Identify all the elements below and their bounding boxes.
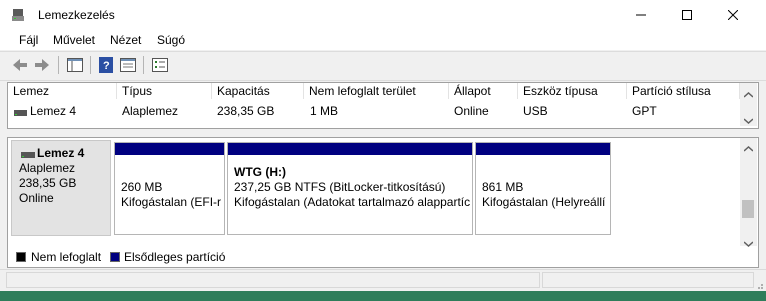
status-segment xyxy=(542,272,754,288)
primary-partition-bar xyxy=(228,143,472,155)
menu-help[interactable]: Súgó xyxy=(157,33,185,47)
column-header-device-type[interactable]: Eszköz típusa xyxy=(518,83,627,99)
disk-size: 238,35 GB xyxy=(19,176,77,190)
partition-size: 861 MB xyxy=(482,180,524,194)
primary-partition-bar xyxy=(115,143,224,155)
minimize-button[interactable] xyxy=(618,0,664,30)
maximize-button[interactable] xyxy=(664,0,710,30)
menu-view[interactable]: Nézet xyxy=(110,33,141,47)
close-button[interactable] xyxy=(710,0,756,30)
partition-name: WTG (H:) xyxy=(234,165,286,179)
status-segment xyxy=(6,272,540,288)
window-title: Lemezkezelés xyxy=(38,8,115,22)
properties-icon[interactable] xyxy=(151,56,169,74)
toolbar-separator xyxy=(143,56,144,74)
disk-icon xyxy=(21,148,35,162)
partition-status: Kifogástalan (EFI-r xyxy=(121,195,222,209)
partition-recovery[interactable]: 861 MB Kifogástalan (Helyreállí xyxy=(475,142,611,235)
column-header-unallocated-space[interactable]: Nem lefoglalt terület xyxy=(304,83,449,99)
table-cell[interactable]: USB xyxy=(523,104,548,118)
primary-partition-bar xyxy=(476,143,610,155)
partition-efi[interactable]: 260 MB Kifogástalan (EFI-r xyxy=(114,142,225,235)
disk-type: Alaplemez xyxy=(19,161,76,175)
desktop-background xyxy=(0,291,766,301)
disk-name: Lemez 4 xyxy=(37,146,85,160)
table-cell[interactable]: 238,35 GB xyxy=(217,104,274,118)
partition-wtg[interactable]: WTG (H:) 237,25 GB NTFS (BitLocker-titko… xyxy=(227,142,473,235)
partition-status: Kifogástalan (Helyreállí xyxy=(482,195,606,209)
column-header-capacity[interactable]: Kapacitás xyxy=(212,83,304,99)
table-cell[interactable]: Alaplemez xyxy=(122,104,178,118)
legend-unallocated-label: Nem lefoglalt xyxy=(31,250,102,264)
back-arrow-icon[interactable] xyxy=(11,56,29,74)
menu-action[interactable]: Művelet xyxy=(53,33,95,47)
column-header-partition-style[interactable]: Partíció stílusa xyxy=(627,83,740,99)
disk-management-icon xyxy=(10,7,26,23)
scroll-up-icon[interactable] xyxy=(743,141,754,155)
legend-primary-label: Elsődleges partíció xyxy=(124,250,226,264)
column-header-disk[interactable]: Lemez xyxy=(8,83,117,99)
toolbar-separator xyxy=(90,56,91,74)
table-cell[interactable]: 1 MB xyxy=(310,104,338,118)
column-header-type[interactable]: Típus xyxy=(117,83,212,99)
scroll-up-icon[interactable] xyxy=(743,87,754,101)
svg-text:?: ? xyxy=(103,60,110,72)
partition-status: Kifogástalan (Adatokat tartalmazó alappa… xyxy=(234,195,471,209)
forward-arrow-icon[interactable] xyxy=(33,56,51,74)
partition-size: 237,25 GB NTFS (BitLocker-titkosítású) xyxy=(234,180,446,194)
help-icon[interactable]: ? xyxy=(97,56,115,74)
disk-status: Online xyxy=(19,191,54,205)
disk-row-icon xyxy=(14,106,27,120)
toolbar-separator xyxy=(58,56,59,74)
menu-file[interactable]: Fájl xyxy=(19,33,38,47)
show-hide-console-tree-icon[interactable] xyxy=(66,56,84,74)
table-cell[interactable]: Lemez 4 xyxy=(30,104,76,118)
scroll-thumb[interactable] xyxy=(742,200,754,218)
partition-size: 260 MB xyxy=(121,180,163,194)
table-cell[interactable]: Online xyxy=(454,104,489,118)
show-action-pane-icon[interactable] xyxy=(119,56,137,74)
legend-primary-swatch xyxy=(110,252,120,262)
table-cell[interactable]: GPT xyxy=(632,104,657,118)
legend-unallocated-swatch xyxy=(16,252,26,262)
column-header-status[interactable]: Állapot xyxy=(449,83,518,99)
scroll-down-icon[interactable] xyxy=(743,113,754,127)
